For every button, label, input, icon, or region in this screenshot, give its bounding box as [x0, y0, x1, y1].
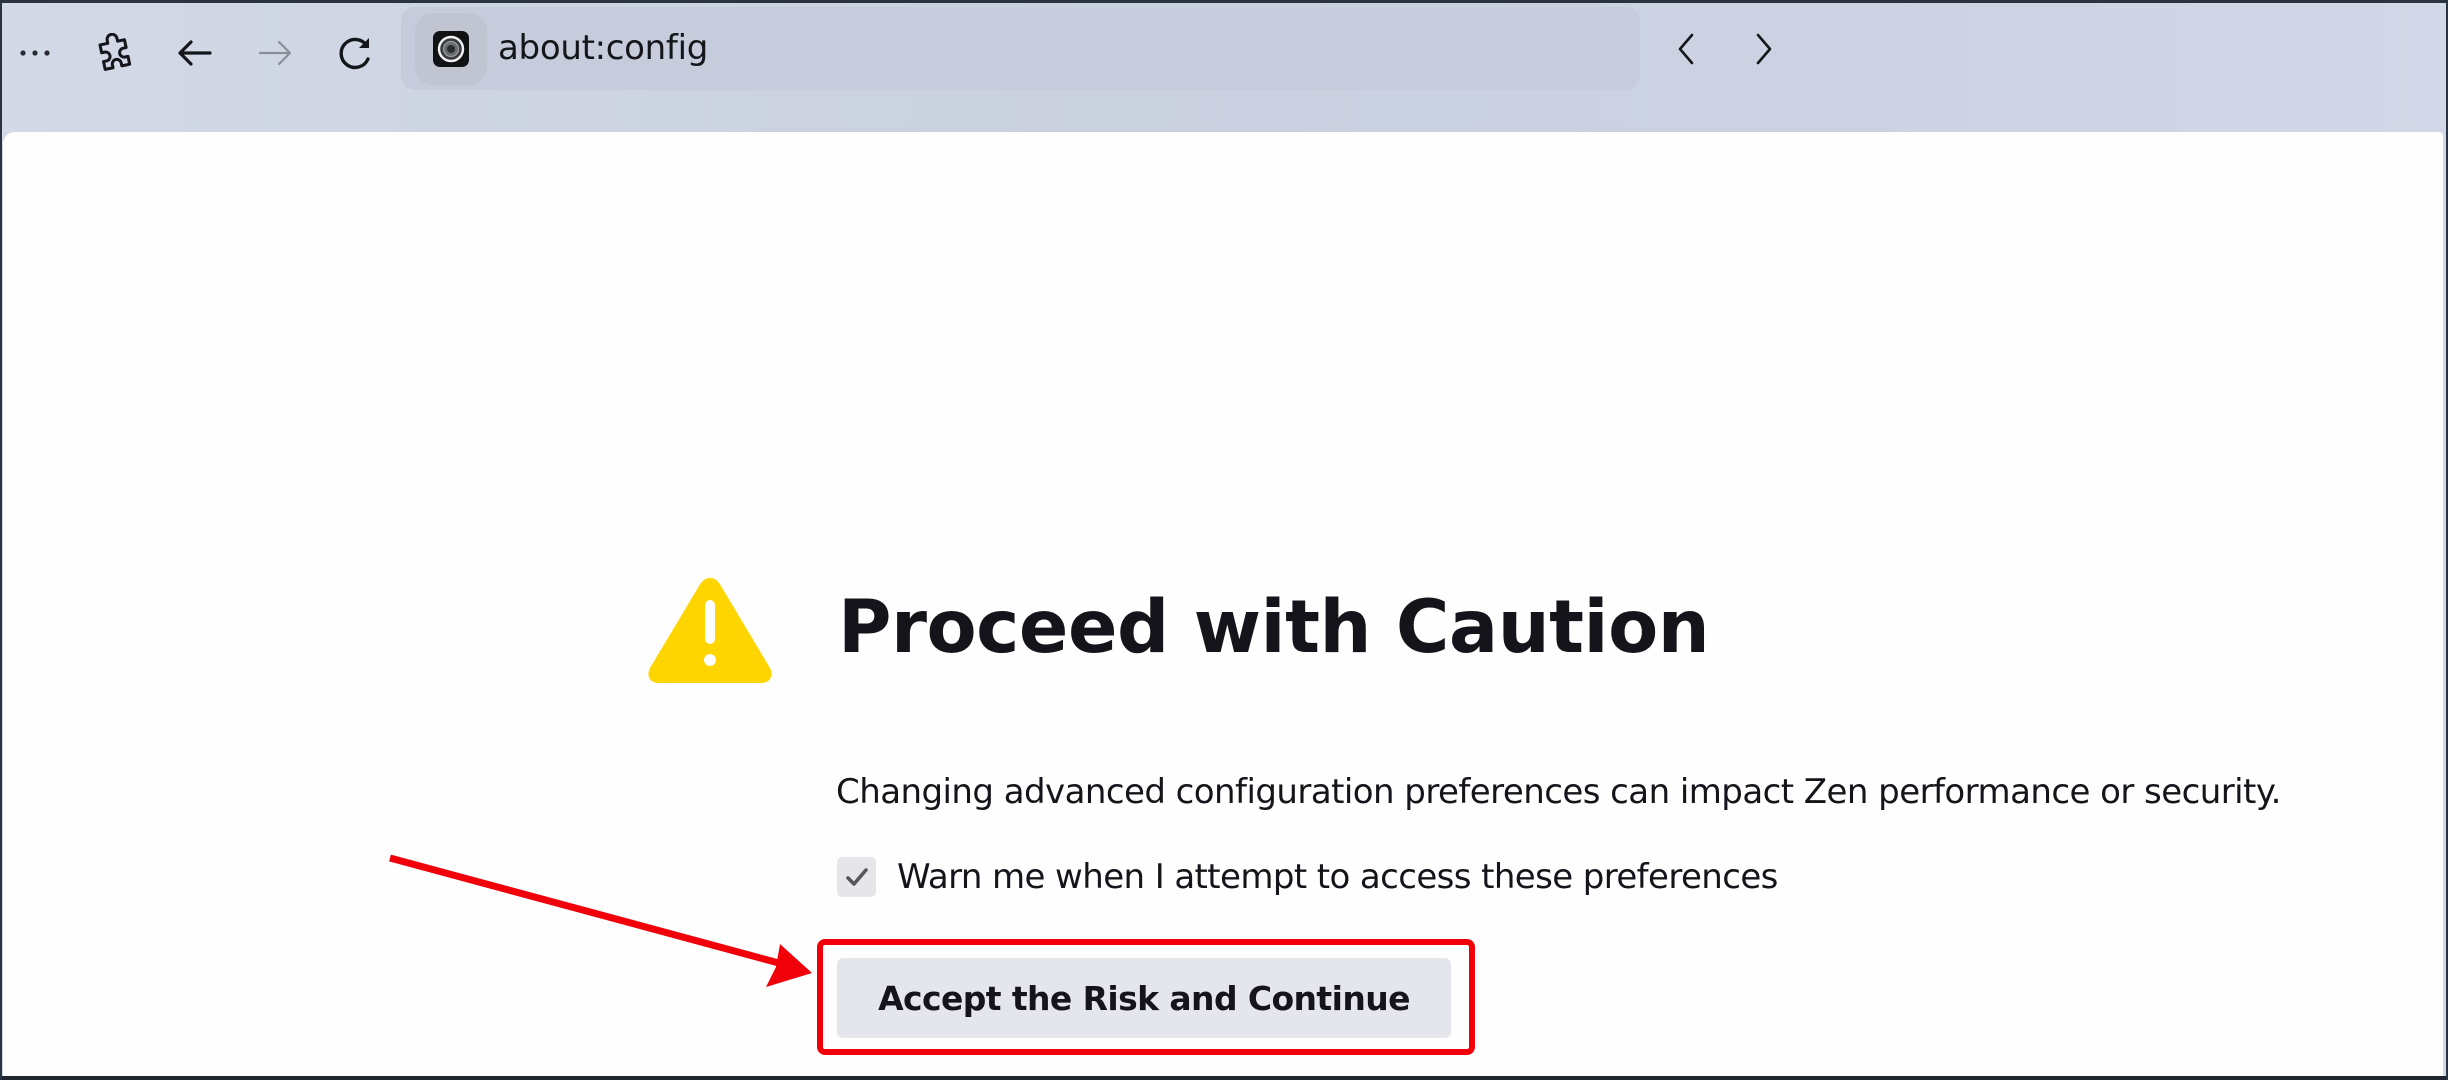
- back-button[interactable]: [170, 28, 220, 78]
- more-dots-icon: [20, 50, 50, 56]
- browser-window: about:config Proceed with Caution Changi…: [0, 0, 2448, 1080]
- next-button[interactable]: [1742, 26, 1786, 72]
- site-identity-button[interactable]: [415, 13, 487, 85]
- warning-description: Changing advanced configuration preferen…: [836, 772, 2281, 812]
- chevron-left-icon: [1678, 33, 1694, 65]
- arrow-left-icon: [178, 40, 212, 66]
- forward-button[interactable]: [250, 28, 300, 78]
- reload-button[interactable]: [330, 28, 380, 78]
- warn-checkbox-row[interactable]: Warn me when I attempt to access these p…: [837, 855, 1778, 899]
- accept-risk-button[interactable]: Accept the Risk and Continue: [837, 958, 1451, 1038]
- puzzle-icon: [98, 33, 132, 71]
- zen-logo-icon: [433, 31, 469, 67]
- arrow-right-icon: [258, 40, 292, 66]
- warn-checkbox[interactable]: [837, 857, 876, 897]
- url-text[interactable]: about:config: [498, 7, 708, 90]
- more-menu-button[interactable]: [10, 28, 60, 78]
- url-bar[interactable]: about:config: [401, 7, 1640, 90]
- extensions-button[interactable]: [90, 28, 140, 78]
- previous-button[interactable]: [1664, 26, 1708, 72]
- checkmark-icon: [845, 868, 868, 886]
- warning-triangle-icon: [648, 578, 772, 683]
- warn-checkbox-label: Warn me when I attempt to access these p…: [897, 857, 1778, 897]
- reload-icon: [339, 37, 370, 70]
- chevron-right-icon: [1756, 33, 1772, 65]
- page-title: Proceed with Caution: [838, 585, 1710, 670]
